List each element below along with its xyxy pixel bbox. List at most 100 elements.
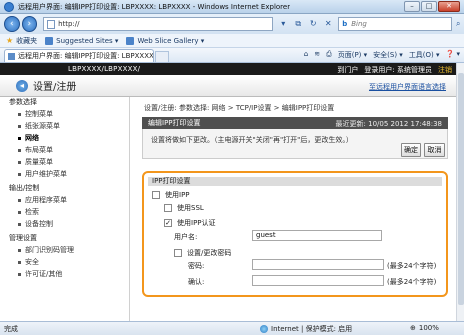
sidebar-item[interactable]: 控制菜单 bbox=[0, 108, 129, 120]
sidebar-group-header: 输出/控制 bbox=[9, 184, 40, 192]
sidebar-item[interactable]: 用户维护菜单 bbox=[0, 168, 129, 180]
bullet-icon bbox=[18, 136, 21, 140]
feeds-icon[interactable]: ≋ bbox=[314, 50, 320, 60]
star-icon: ★ bbox=[6, 36, 14, 45]
panel-body: 设置将做如下更改。（主电源开关"关闭"再"打开"后，更改生效。） 确定 取消 bbox=[142, 129, 448, 159]
maximize-button[interactable]: □ bbox=[421, 1, 437, 12]
ok-button[interactable]: 确定 bbox=[401, 143, 421, 157]
cancel-button[interactable]: 取消 bbox=[424, 143, 445, 157]
sidebar-item[interactable]: 应用程序菜单 bbox=[0, 194, 129, 206]
set-password-checkbox[interactable] bbox=[174, 249, 182, 257]
safety-menu[interactable]: 安全(S) ▾ bbox=[373, 50, 403, 60]
sidebar-item-label: 设备控制 bbox=[25, 220, 53, 228]
set-password-label: 设置/更改密码 bbox=[187, 249, 232, 257]
minimize-button[interactable]: – bbox=[404, 1, 420, 12]
panel-title: 编辑IPP打印设置 bbox=[148, 119, 201, 127]
new-tab-button[interactable] bbox=[155, 51, 169, 62]
compatibility-view-icon[interactable]: ⧉ bbox=[292, 18, 304, 30]
page-icon bbox=[47, 19, 56, 29]
refresh-icon[interactable]: ↻ bbox=[307, 18, 319, 30]
scrollbar-thumb[interactable] bbox=[458, 73, 464, 305]
internet-explorer-icon bbox=[4, 1, 14, 12]
home-icon[interactable]: ⌂ bbox=[304, 50, 308, 60]
globe-icon bbox=[260, 325, 268, 333]
close-button[interactable]: ✕ bbox=[438, 1, 460, 12]
confirm-hint: (最多24个字符) bbox=[387, 278, 437, 286]
suggested-sites-link[interactable]: Suggested Sites ▾ bbox=[45, 36, 119, 45]
page-menu[interactable]: 页面(P) ▾ bbox=[338, 50, 367, 60]
tab-page-icon bbox=[8, 52, 15, 60]
use-ipp-row: 使用IPP bbox=[152, 190, 190, 200]
set-password-row: 设置/更改密码 bbox=[174, 248, 231, 258]
username-field[interactable]: guest bbox=[252, 230, 382, 241]
bing-logo: b bbox=[342, 20, 348, 28]
bullet-icon bbox=[18, 124, 21, 128]
search-box[interactable]: b Bing bbox=[338, 17, 453, 31]
forward-button[interactable]: › bbox=[21, 16, 38, 32]
suggested-sites-label: Suggested Sites ▾ bbox=[56, 36, 119, 45]
status-text: 完成 bbox=[4, 324, 18, 333]
tab-bar: 远程用户界面: 编辑IPP打印设置: LBPXXXX: LBP... ⌂ ≋ ⎙… bbox=[0, 48, 464, 63]
bullet-icon bbox=[18, 198, 21, 202]
favorites-label: 收藏夹 bbox=[16, 36, 38, 45]
portal-link[interactable]: 到门户 bbox=[337, 65, 358, 75]
section-band: ◂ 设置/注册 至远程用户界面语言选择 bbox=[0, 75, 456, 97]
bullet-icon bbox=[18, 172, 21, 176]
web-slice-gallery-link[interactable]: Web Slice Gallery ▾ bbox=[126, 36, 205, 45]
username-label: 用户名: bbox=[174, 233, 198, 241]
sidebar-item-label: 安全 bbox=[25, 258, 39, 266]
print-icon[interactable]: ⎙ bbox=[326, 50, 332, 60]
back-arrow-icon[interactable]: ◂ bbox=[16, 79, 28, 92]
favorites-bar: ★ 收藏夹 Suggested Sites ▾ Web Slice Galler… bbox=[0, 34, 464, 48]
use-ssl-row: 使用SSL bbox=[164, 203, 204, 213]
help-menu[interactable]: ❓ ▾ bbox=[446, 50, 460, 60]
sidebar-item[interactable]: 网络 bbox=[0, 132, 129, 144]
sidebar-item-label: 应用程序菜单 bbox=[25, 196, 67, 204]
printer-model: LBPXXXX/LBPXXXX/ bbox=[68, 65, 141, 73]
panel-header: 编辑IPP打印设置 最近更新: 10/05 2012 17:48:38 bbox=[142, 117, 448, 129]
sidebar: 参数选择 控制菜单 纸张源菜单 网络 布局菜单 质量菜单 用户维护菜单 输出/控制 应用程序菜单… bbox=[0, 97, 130, 321]
sidebar-item[interactable]: 纸张源菜单 bbox=[0, 120, 129, 132]
password-field[interactable] bbox=[252, 259, 384, 270]
back-button[interactable]: ‹ bbox=[4, 16, 20, 32]
web-slice-label: Web Slice Gallery ▾ bbox=[137, 36, 205, 45]
stop-icon[interactable]: ✕ bbox=[322, 18, 334, 30]
browser-tab[interactable]: 远程用户界面: 编辑IPP打印设置: LBPXXXX: LBP... bbox=[4, 49, 154, 62]
use-ipp-auth-checkbox[interactable]: ✓ bbox=[164, 219, 172, 227]
favorites-button[interactable]: ★ 收藏夹 bbox=[6, 36, 37, 46]
zoom-level: 100% bbox=[418, 324, 439, 332]
sidebar-item[interactable]: 设备控制 bbox=[0, 218, 129, 230]
sidebar-item[interactable]: 许可证/其他 bbox=[0, 268, 129, 280]
security-zone[interactable]: Internet | 保护模式: 启用 bbox=[260, 324, 352, 334]
sidebar-item[interactable]: 检索 bbox=[0, 206, 129, 218]
bullet-icon bbox=[18, 112, 21, 116]
use-ipp-label: 使用IPP bbox=[165, 191, 190, 199]
search-magnifier-icon[interactable]: ⌕ bbox=[452, 18, 464, 30]
sidebar-item-label: 许可证/其他 bbox=[25, 270, 63, 278]
sidebar-item-label: 网络 bbox=[25, 134, 39, 142]
sidebar-item-label: 用户维护菜单 bbox=[25, 170, 67, 178]
sidebar-item[interactable]: 部门识别码管理 bbox=[0, 244, 129, 256]
web-slice-icon bbox=[126, 36, 135, 45]
confirm-password-field[interactable] bbox=[252, 275, 384, 286]
sidebar-item-label: 质量菜单 bbox=[25, 158, 53, 166]
window-title: 远程用户界面: 编辑IPP打印设置: LBPXXXX: LBPXXXX - Wi… bbox=[18, 2, 291, 11]
address-toolbar: ‹ › http:// ▾ ⧉ ↻ ✕ b Bing ⌕ bbox=[0, 14, 464, 34]
address-bar[interactable]: http:// bbox=[43, 17, 274, 31]
sidebar-item[interactable]: 布局菜单 bbox=[0, 144, 129, 156]
vertical-scrollbar[interactable] bbox=[456, 63, 464, 321]
ipp-section-header: IPP打印设置 bbox=[148, 177, 442, 186]
bullet-icon bbox=[18, 272, 21, 276]
logout-link[interactable]: 注销 bbox=[438, 65, 452, 75]
tools-menu[interactable]: 工具(O) ▾ bbox=[409, 50, 440, 60]
breadcrumb: 设置/注册: 参数选择: 网络 > TCP/IP设置 > 编辑IPP打印设置 bbox=[144, 104, 335, 112]
dropdown-icon[interactable]: ▾ bbox=[277, 18, 289, 30]
sidebar-item[interactable]: 质量菜单 bbox=[0, 156, 129, 168]
use-ipp-checkbox[interactable] bbox=[152, 191, 160, 199]
use-ssl-checkbox[interactable] bbox=[164, 204, 172, 212]
zoom-control[interactable]: ⊕ 100% bbox=[410, 324, 439, 332]
use-ssl-label: 使用SSL bbox=[177, 204, 204, 212]
language-select-link[interactable]: 至远程用户界面语言选择 bbox=[369, 82, 446, 92]
sidebar-item[interactable]: 安全 bbox=[0, 256, 129, 268]
